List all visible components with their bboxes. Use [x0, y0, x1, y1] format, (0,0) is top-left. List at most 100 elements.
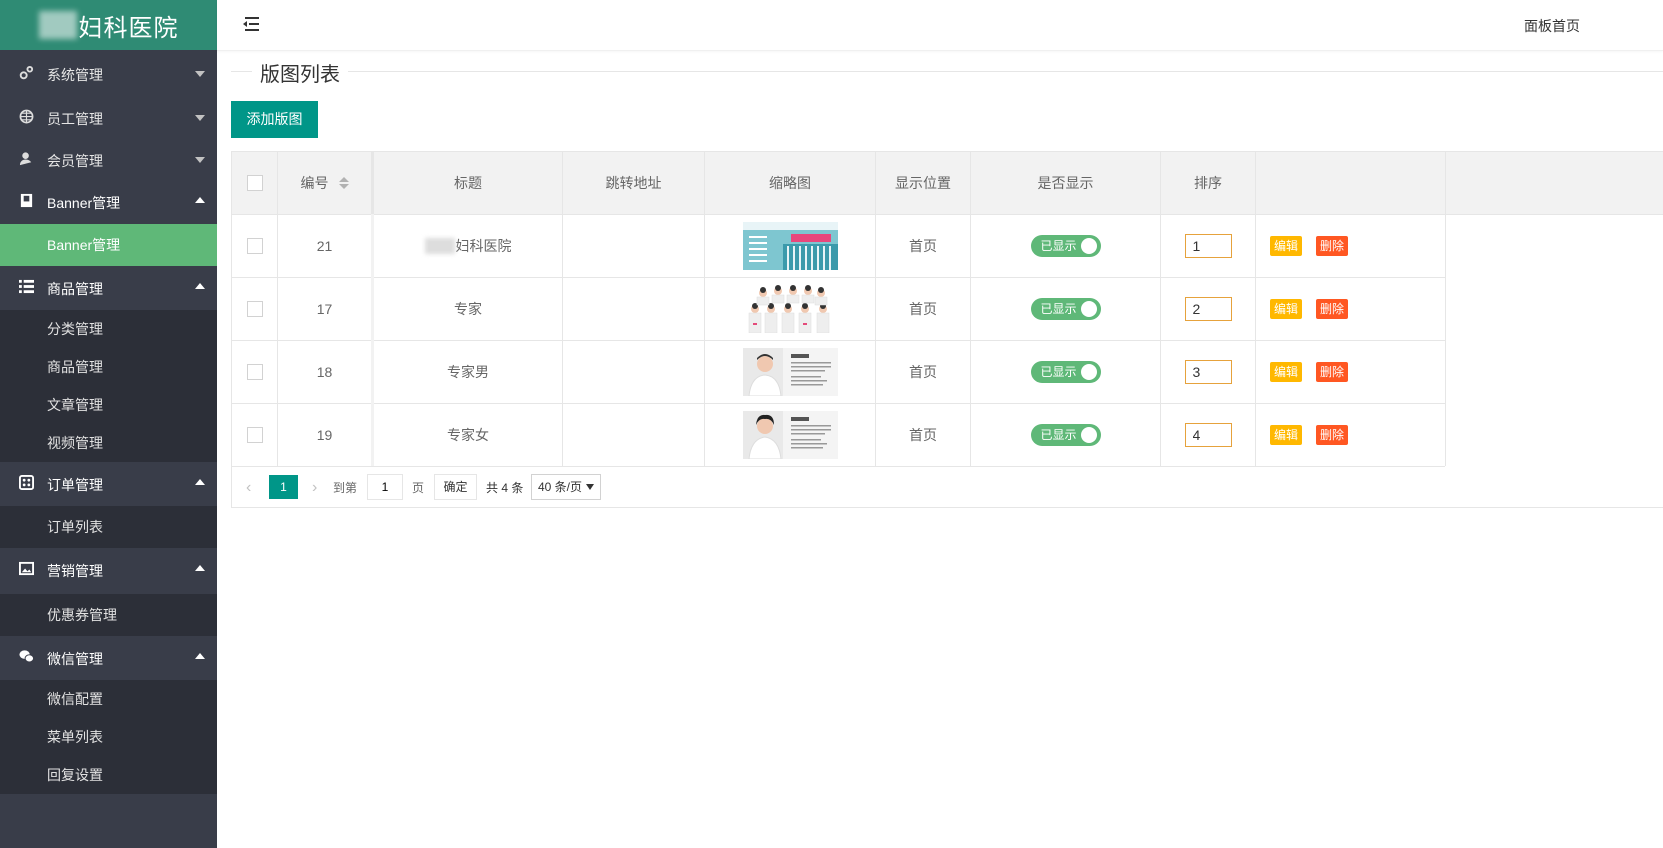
- show-toggle-label: 已显示: [1040, 238, 1077, 253]
- show-toggle[interactable]: 已显示: [1030, 234, 1101, 257]
- nav-group-goods[interactable]: 商品管理: [0, 266, 217, 310]
- row-select-cell: [232, 340, 278, 403]
- nav-group-marketing[interactable]: 营销管理: [0, 548, 217, 594]
- logo: 妇科医院: [0, 0, 217, 50]
- sidebar-item-video[interactable]: 视频管理: [0, 424, 217, 462]
- edit-button[interactable]: 编辑: [1270, 361, 1303, 382]
- edit-button[interactable]: 编辑: [1270, 424, 1303, 445]
- cell-thumb: [705, 214, 876, 277]
- th-thumb: 缩略图: [705, 152, 876, 214]
- next-page-icon[interactable]: ›: [312, 476, 317, 500]
- sidebar-item-article[interactable]: 文章管理: [0, 386, 217, 424]
- total-count: 共 4 条: [486, 481, 524, 495]
- cell-title: 专家男: [374, 340, 563, 403]
- chevron-down-icon: [195, 157, 205, 163]
- cell-actions: 编辑 删除: [1256, 214, 1446, 277]
- dashboard-link[interactable]: 面板首页: [1524, 16, 1580, 36]
- nav-label: 员工管理: [47, 111, 103, 127]
- nav-label: 营销管理: [47, 563, 103, 579]
- sidebar-item-banner[interactable]: Banner管理: [0, 224, 217, 266]
- sidebar-item-wechat-config[interactable]: 微信配置: [0, 680, 217, 718]
- sort-input[interactable]: [1184, 359, 1232, 384]
- sort-icon[interactable]: [338, 177, 349, 189]
- title-divider: [231, 71, 1663, 72]
- th-id-label: 编号: [300, 175, 329, 191]
- title-blur: [424, 237, 455, 254]
- row-select-cell: [232, 403, 278, 466]
- add-banner-button[interactable]: 添加版图: [231, 101, 318, 138]
- cell-sort: [1161, 403, 1256, 466]
- cell-title-text: 专家女: [447, 426, 489, 443]
- order-icon: [19, 475, 34, 490]
- nav-label: 会员管理: [47, 153, 103, 169]
- show-toggle[interactable]: 已显示: [1030, 423, 1101, 446]
- show-toggle-label: 已显示: [1040, 301, 1077, 316]
- th-id[interactable]: 编号: [278, 152, 374, 214]
- chevron-up-icon: [195, 479, 205, 485]
- sidebar-item-coupon[interactable]: 优惠券管理: [0, 594, 217, 636]
- sidebar-item-goods[interactable]: 商品管理: [0, 348, 217, 386]
- nav-group-member[interactable]: 会员管理: [0, 138, 217, 180]
- top-header: 面板首页: [217, 0, 1663, 51]
- sidebar-item-reply[interactable]: 回复设置: [0, 756, 217, 794]
- cell-sort: [1161, 340, 1256, 403]
- delete-button[interactable]: 删除: [1316, 361, 1349, 382]
- toggle-knob: [1080, 426, 1097, 443]
- row-checkbox[interactable]: [246, 300, 263, 317]
- cell-title: 专家: [374, 277, 563, 340]
- row-select-cell: [232, 277, 278, 340]
- table-row: 19 专家女 首页 已显示 编辑删除: [232, 403, 1446, 467]
- row-select-cell: [232, 214, 278, 277]
- current-page[interactable]: 1: [269, 475, 298, 499]
- select-all-checkbox[interactable]: [246, 175, 263, 191]
- cell-show: 已显示: [971, 214, 1161, 277]
- sidebar-item-order-list[interactable]: 订单列表: [0, 506, 217, 548]
- row-checkbox[interactable]: [246, 363, 263, 380]
- sort-input[interactable]: [1184, 422, 1232, 447]
- cell-actions: 编辑 删除: [1256, 277, 1446, 340]
- per-page-select[interactable]: 40 条/页: [531, 474, 601, 500]
- cell-position: 首页: [876, 277, 971, 340]
- th-actions: [1256, 152, 1446, 214]
- chevron-up-icon: [195, 653, 205, 659]
- row-checkbox[interactable]: [246, 426, 263, 443]
- logo-blur: [38, 11, 77, 39]
- cell-id: 21: [278, 214, 374, 277]
- delete-button[interactable]: 删除: [1316, 424, 1349, 445]
- table-header-row: 编号 标题 跳转地址 缩略图 显示位置 是否显示 排序: [232, 152, 1663, 215]
- nav-label: 商品管理: [47, 281, 103, 297]
- cell-position: 首页: [876, 214, 971, 277]
- menu-toggle-icon[interactable]: [243, 16, 261, 32]
- logo-text: 妇科医院: [78, 14, 179, 42]
- delete-button[interactable]: 删除: [1316, 298, 1349, 319]
- goto-confirm-button[interactable]: 确定: [434, 474, 477, 500]
- th-title: 标题: [374, 152, 563, 214]
- edit-button[interactable]: 编辑: [1270, 298, 1303, 319]
- nav-group-system[interactable]: 系统管理: [0, 52, 217, 96]
- cell-show: 已显示: [971, 277, 1161, 340]
- page-title: 版图列表: [252, 58, 348, 87]
- nav-group-wechat[interactable]: 微信管理: [0, 636, 217, 680]
- row-checkbox[interactable]: [246, 237, 263, 254]
- nav-label: 系统管理: [47, 67, 103, 83]
- delete-button[interactable]: 删除: [1316, 235, 1349, 256]
- nav-group-banner[interactable]: Banner管理: [0, 180, 217, 224]
- sort-input[interactable]: [1184, 296, 1232, 321]
- show-toggle-label: 已显示: [1040, 364, 1077, 379]
- show-toggle[interactable]: 已显示: [1030, 297, 1101, 320]
- nav-group-order[interactable]: 订单管理: [0, 462, 217, 506]
- cell-title-text: 妇科医院: [455, 237, 512, 254]
- thumbnail-image: [742, 347, 838, 396]
- banner-table: 编号 标题 跳转地址 缩略图 显示位置 是否显示 排序 21妇科医院首页已显示编…: [231, 151, 1663, 508]
- show-toggle[interactable]: 已显示: [1030, 360, 1101, 383]
- sidebar-item-category[interactable]: 分类管理: [0, 310, 217, 348]
- edit-button[interactable]: 编辑: [1270, 235, 1303, 256]
- goto-page-input[interactable]: [367, 474, 403, 500]
- chevron-down-icon: [195, 115, 205, 121]
- cell-id: 18: [278, 340, 374, 403]
- nav-group-staff[interactable]: 员工管理: [0, 96, 217, 138]
- sort-input[interactable]: [1184, 233, 1232, 258]
- prev-page-icon[interactable]: ‹: [246, 476, 251, 500]
- sidebar-item-menu-list[interactable]: 菜单列表: [0, 718, 217, 756]
- cell-thumb: [705, 340, 876, 403]
